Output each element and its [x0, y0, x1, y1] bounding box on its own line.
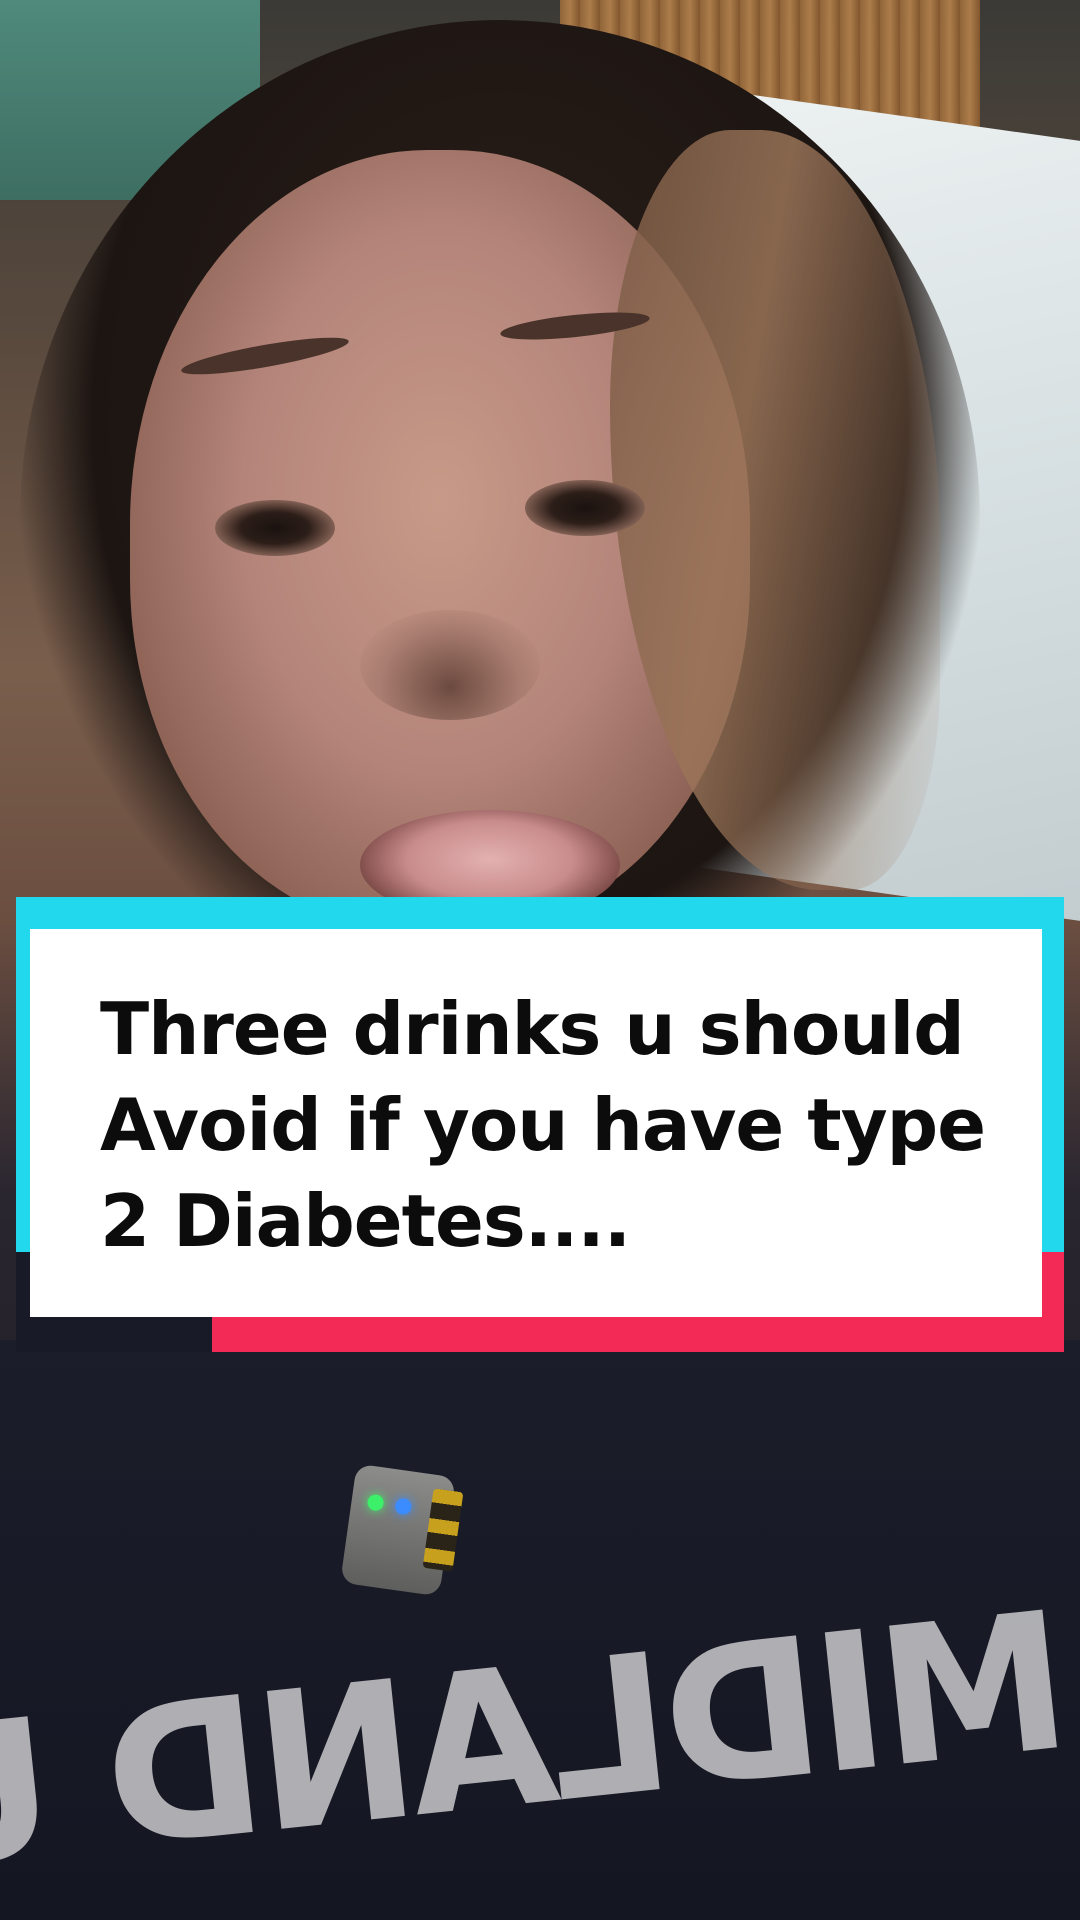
mic-green-led — [366, 1493, 385, 1512]
caption-card: Three drinks u should Avoid if you have … — [30, 929, 1042, 1317]
caption-text: Three drinks u should Avoid if you have … — [100, 987, 986, 1263]
left-eye — [215, 500, 335, 556]
caption-overlay: Three drinks u should Avoid if you have … — [16, 897, 1064, 1352]
right-eye — [525, 480, 645, 536]
nose — [360, 610, 540, 720]
video-frame: MIDLAND UNIVERSITY Three drinks u should… — [0, 0, 1080, 1920]
mic-blue-led — [394, 1497, 413, 1516]
